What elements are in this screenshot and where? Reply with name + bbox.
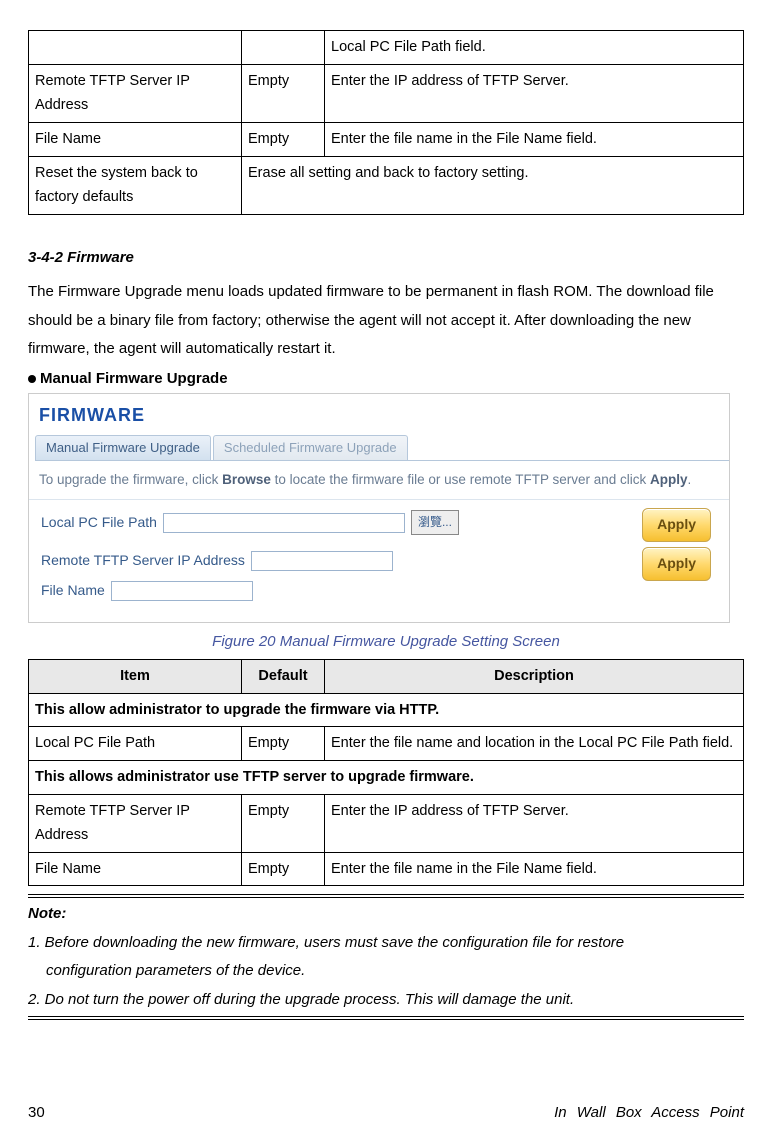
firmware-screenshot: FIRMWARE Manual Firmware Upgrade Schedul…	[28, 393, 730, 623]
header-default: Default	[242, 659, 325, 693]
cell-default: Empty	[242, 727, 325, 761]
header-item: Item	[29, 659, 242, 693]
divider	[28, 894, 744, 895]
table-header-row: Item Default Description	[29, 659, 744, 693]
divider	[28, 1019, 744, 1020]
table-row: Local PC File Path field.	[29, 31, 744, 65]
apply-button-1[interactable]: Apply	[642, 508, 711, 542]
intro-paragraph: The Firmware Upgrade menu loads updated …	[28, 278, 744, 364]
note-block: Note: 1. Before downloading the new firm…	[28, 900, 744, 1014]
label-file-name: File Name	[41, 579, 105, 603]
top-table: Local PC File Path field. Remote TFTP Se…	[28, 30, 744, 215]
cell-desc: Enter the IP address of TFTP Server.	[325, 64, 744, 122]
table-row: Remote TFTP Server IP Address Empty Ente…	[29, 64, 744, 122]
firmware-form: Local PC File Path 瀏覽... Apply Remote TF…	[29, 500, 729, 622]
cell-desc: Enter the file name in the File Name fie…	[325, 852, 744, 886]
section-heading: 3-4-2 Firmware	[28, 245, 744, 271]
cell-default	[242, 31, 325, 65]
browse-button[interactable]: 瀏覽...	[411, 510, 459, 534]
cell-default: Empty	[242, 122, 325, 156]
main-table: Item Default Description This allow admi…	[28, 659, 744, 886]
label-local-path: Local PC File Path	[41, 511, 157, 535]
cell-default: Empty	[242, 64, 325, 122]
cell-item: File Name	[29, 852, 242, 886]
note-heading: Note:	[28, 900, 744, 929]
table-row: File Name Empty Enter the file name in t…	[29, 122, 744, 156]
bullet-text: Manual Firmware Upgrade	[40, 370, 228, 387]
note-line-1: 1. Before downloading the new firmware, …	[28, 929, 744, 958]
cell-desc: Enter the IP address of TFTP Server.	[325, 794, 744, 852]
span-row-http: This allow administrator to upgrade the …	[29, 693, 744, 727]
tab-scheduled-firmware[interactable]: Scheduled Firmware Upgrade	[213, 435, 408, 460]
table-row: This allows administrator use TFTP serve…	[29, 760, 744, 794]
table-row: Remote TFTP Server IP Address Empty Ente…	[29, 794, 744, 852]
page-number: 30	[28, 1100, 45, 1126]
note-line-1b: configuration parameters of the device.	[28, 957, 744, 986]
figure-caption: Figure 20 Manual Firmware Upgrade Settin…	[28, 629, 744, 655]
row-local-path: Local PC File Path 瀏覽... Apply	[41, 510, 717, 534]
apply-button-2[interactable]: Apply	[642, 547, 711, 581]
cell-default: Empty	[242, 852, 325, 886]
firmware-title: FIRMWARE	[29, 394, 729, 431]
table-row: Local PC File Path Empty Enter the file …	[29, 727, 744, 761]
cell-desc: Enter the file name in the File Name fie…	[325, 122, 744, 156]
divider	[28, 897, 744, 898]
divider	[28, 1016, 744, 1017]
tftp-ip-input[interactable]	[251, 551, 393, 571]
bullet-heading: Manual Firmware Upgrade	[28, 366, 744, 392]
cell-desc: Enter the file name and location in the …	[325, 727, 744, 761]
cell-item: Remote TFTP Server IP Address	[29, 64, 242, 122]
tab-manual-firmware[interactable]: Manual Firmware Upgrade	[35, 435, 211, 460]
cell-default: Empty	[242, 794, 325, 852]
cell-item	[29, 31, 242, 65]
cell-desc: Erase all setting and back to factory se…	[242, 156, 744, 214]
local-path-input[interactable]	[163, 513, 405, 533]
cell-item: Local PC File Path	[29, 727, 242, 761]
page-footer: 30 In Wall Box Access Point	[28, 1100, 744, 1126]
cell-item: Reset the system back to factory default…	[29, 156, 242, 214]
file-name-input[interactable]	[111, 581, 253, 601]
table-row: This allow administrator to upgrade the …	[29, 693, 744, 727]
firmware-tabs: Manual Firmware Upgrade Scheduled Firmwa…	[35, 435, 729, 461]
bullet-icon	[28, 375, 36, 383]
table-row: Reset the system back to factory default…	[29, 156, 744, 214]
cell-item: Remote TFTP Server IP Address	[29, 794, 242, 852]
footer-title: In Wall Box Access Point	[554, 1100, 744, 1126]
note-line-2: 2. Do not turn the power off during the …	[28, 986, 744, 1015]
header-description: Description	[325, 659, 744, 693]
row-tftp-ip: Remote TFTP Server IP Address Apply	[41, 549, 717, 573]
label-tftp-ip: Remote TFTP Server IP Address	[41, 549, 245, 573]
firmware-instructions: To upgrade the firmware, click Browse to…	[29, 461, 729, 501]
row-file-name: File Name	[41, 579, 717, 603]
table-row: File Name Empty Enter the file name in t…	[29, 852, 744, 886]
cell-item: File Name	[29, 122, 242, 156]
cell-desc: Local PC File Path field.	[325, 31, 744, 65]
span-row-tftp: This allows administrator use TFTP serve…	[29, 760, 744, 794]
